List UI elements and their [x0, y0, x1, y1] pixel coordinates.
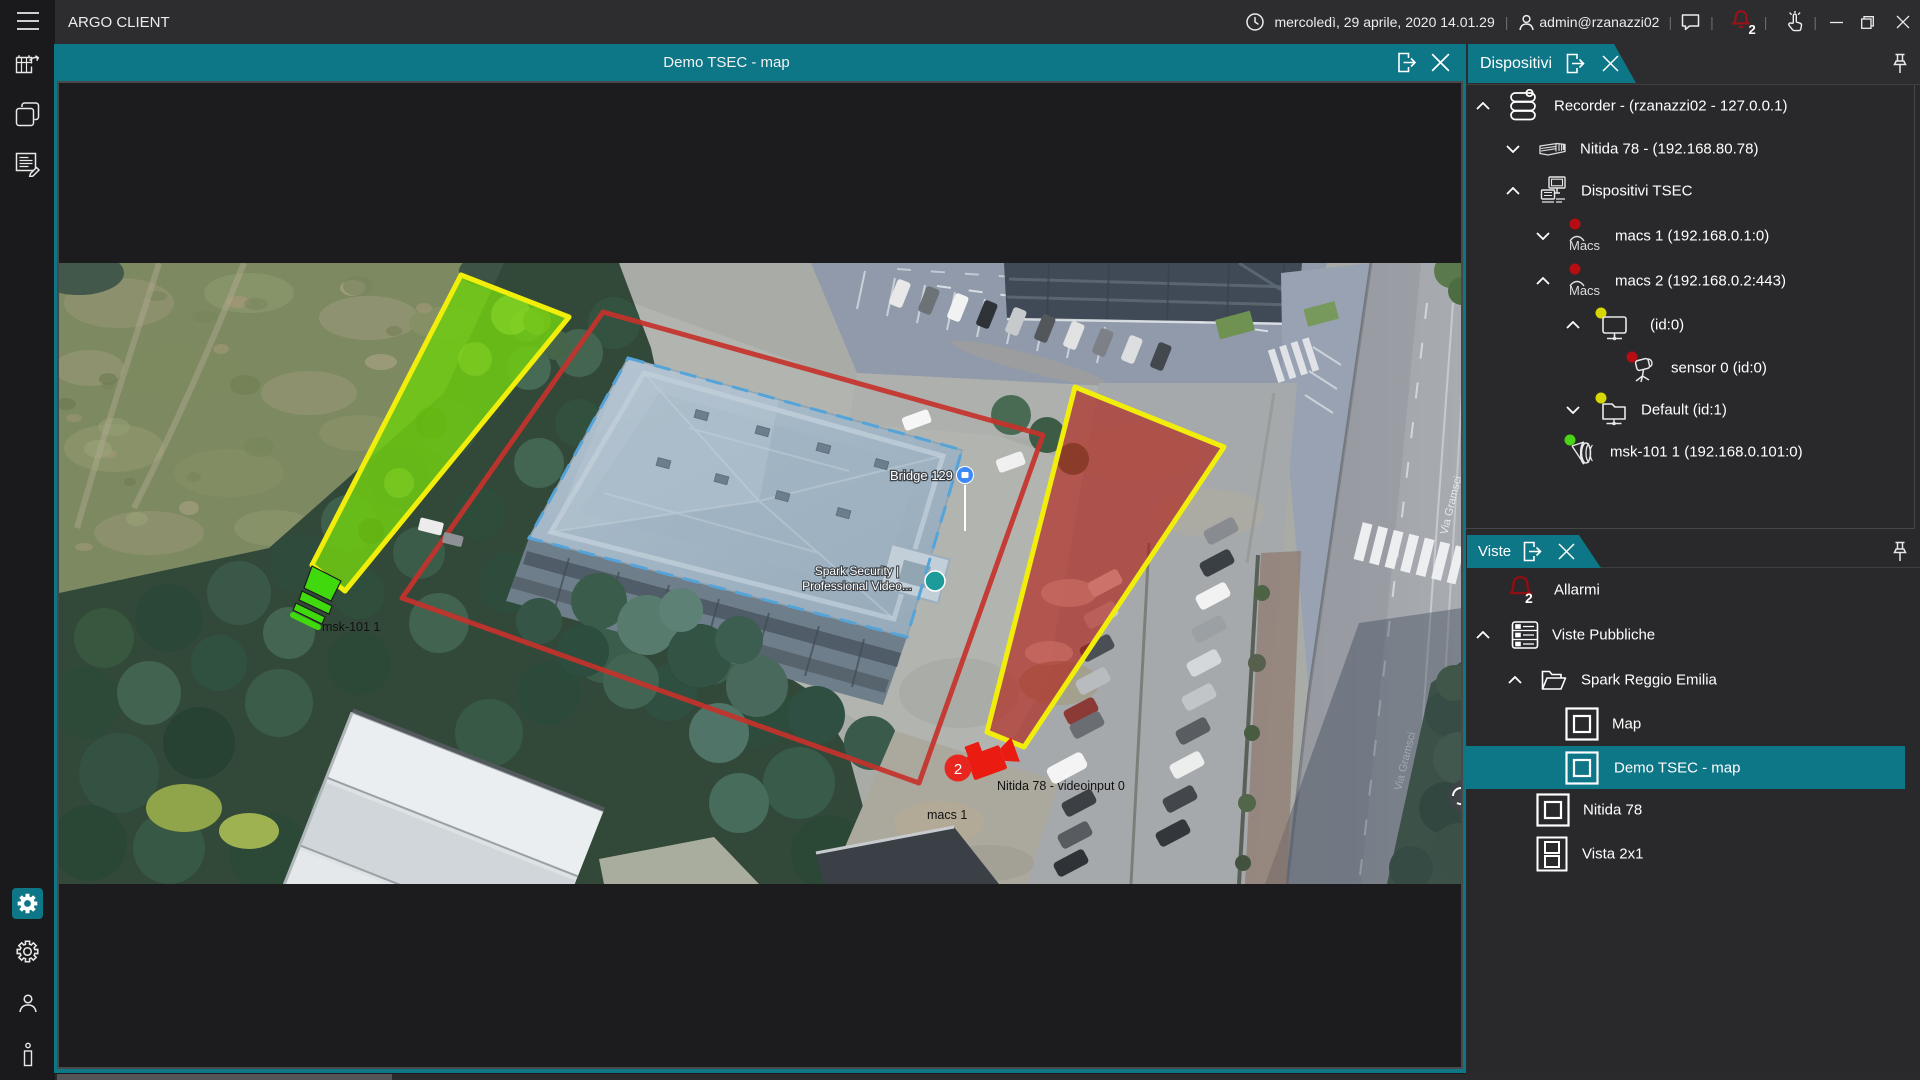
svg-text:Professional Video...: Professional Video...	[802, 579, 912, 593]
svg-text:2: 2	[1525, 590, 1533, 606]
svg-text:macs 1: macs 1	[927, 808, 967, 822]
svg-text:2: 2	[954, 761, 962, 778]
svg-text:msk-101 1: msk-101 1	[322, 620, 380, 634]
svg-text:Macs: Macs	[1569, 238, 1601, 253]
svg-text:Nitida 78 - videoinput 0: Nitida 78 - videoinput 0	[997, 779, 1125, 793]
svg-text:Macs: Macs	[1569, 283, 1601, 298]
svg-text:Spark Security |: Spark Security |	[815, 564, 899, 578]
svg-text:Bridge 129: Bridge 129	[890, 468, 953, 483]
